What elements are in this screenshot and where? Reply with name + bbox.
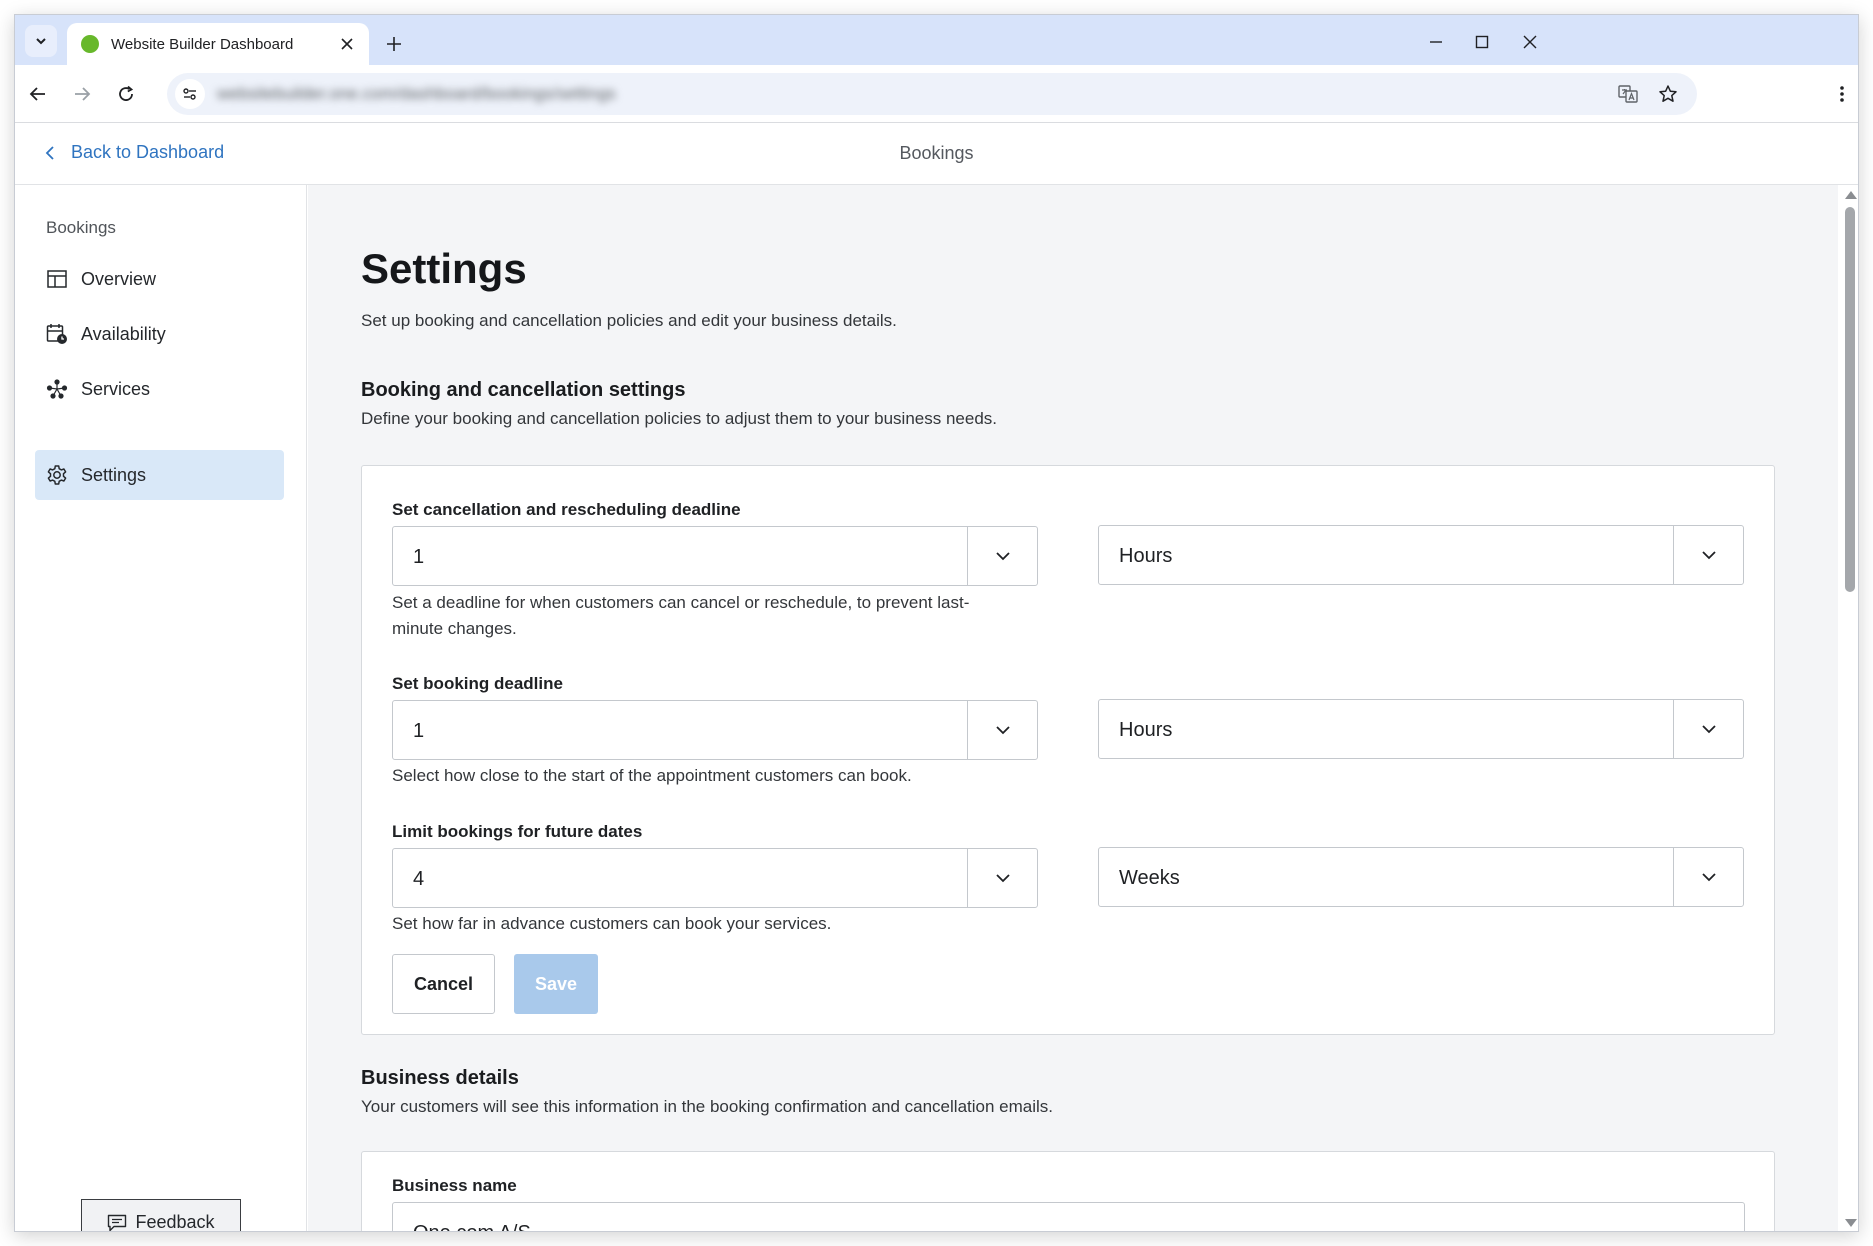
select-value: 4	[413, 868, 425, 890]
tab-title: Website Builder Dashboard	[111, 35, 294, 53]
tab-close-button[interactable]	[333, 30, 361, 58]
back-button[interactable]	[23, 79, 53, 109]
cancel-button[interactable]: Cancel	[392, 954, 495, 1014]
scroll-down-arrow-icon[interactable]	[1845, 1219, 1857, 1227]
tune-icon	[183, 88, 196, 100]
select-value: Hours	[1119, 545, 1173, 567]
scrollbar-thumb[interactable]	[1845, 207, 1855, 592]
chevron-down-icon	[967, 701, 1037, 759]
translate-icon	[1618, 85, 1638, 103]
booking-section-description: Define your booking and cancellation pol…	[361, 409, 997, 428]
business-section-description: Your customers will see this information…	[361, 1097, 1054, 1116]
future-dates-label: Limit bookings for future dates	[392, 822, 643, 841]
chevron-down-icon	[967, 527, 1037, 585]
tab-strip: Website Builder Dashboard	[15, 15, 1858, 65]
chevron-down-icon	[36, 38, 46, 45]
main-content: Settings Set up booking and cancellation…	[308, 185, 1838, 1231]
save-button[interactable]: Save	[514, 954, 598, 1014]
future-dates-unit-select[interactable]: Weeks	[1098, 847, 1744, 907]
feedback-label: Feedback	[135, 1212, 215, 1232]
app-header: Back to Dashboard Bookings	[15, 123, 1858, 185]
maximize-button[interactable]	[1467, 27, 1497, 57]
sidebar-item-label: Overview	[81, 268, 157, 289]
gear-icon	[46, 464, 68, 486]
calendar-clock-icon	[46, 323, 68, 345]
sidebar-item-services[interactable]: Services	[35, 364, 284, 414]
page-title: Settings	[361, 245, 527, 292]
booking-settings-card: Set cancellation and rescheduling deadli…	[361, 465, 1775, 1035]
forward-button[interactable]	[67, 79, 97, 109]
close-icon	[1523, 35, 1537, 49]
chevron-down-icon	[1673, 700, 1743, 758]
cancellation-deadline-help: Set a deadline for when customers can ca…	[392, 590, 969, 642]
sidebar-item-availability[interactable]: Availability	[35, 309, 284, 359]
site-info-button[interactable]	[175, 79, 205, 109]
sidebar-item-label: Availability	[81, 323, 166, 344]
business-name-label: Business name	[392, 1176, 517, 1195]
booking-deadline-help: Select how close to the start of the app…	[392, 766, 912, 785]
cancellation-deadline-amount-select[interactable]: 1	[392, 526, 1038, 586]
address-bar[interactable]: websitebuilder.one.com/dashboard/booking…	[167, 73, 1697, 115]
reload-button[interactable]	[111, 79, 141, 109]
arrow-right-icon	[75, 87, 91, 101]
bookmark-button[interactable]	[1653, 79, 1683, 109]
booking-deadline-amount-select[interactable]: 1	[392, 700, 1038, 760]
chevron-down-icon	[1673, 848, 1743, 906]
services-icon	[46, 378, 68, 400]
page-subtitle: Set up booking and cancellation policies…	[361, 311, 897, 330]
sidebar-item-label: Settings	[81, 464, 147, 485]
sidebar-heading: Bookings	[46, 218, 116, 237]
browser-window: Website Builder Dashboard websitebuilder…	[14, 14, 1859, 1232]
url-text: websitebuilder.one.com/dashboard/booking…	[217, 84, 616, 103]
translate-button[interactable]	[1613, 79, 1643, 109]
future-dates-help: Set how far in advance customers can boo…	[392, 914, 832, 933]
select-value: Hours	[1119, 719, 1173, 741]
arrow-left-icon	[29, 87, 45, 101]
sidebar: Bookings Overview Availability Services …	[15, 185, 307, 1232]
star-icon	[1659, 85, 1677, 102]
browser-toolbar: websitebuilder.one.com/dashboard/booking…	[15, 65, 1858, 123]
plus-icon	[387, 37, 401, 51]
booking-deadline-unit-select[interactable]: Hours	[1098, 699, 1744, 759]
new-tab-button[interactable]	[379, 29, 409, 59]
feedback-button[interactable]: Feedback	[81, 1199, 241, 1232]
chevron-down-icon	[967, 849, 1037, 907]
comment-icon	[108, 1214, 127, 1231]
cancellation-deadline-label: Set cancellation and rescheduling deadli…	[392, 500, 741, 519]
sidebar-item-label: Services	[81, 378, 151, 399]
cancellation-deadline-unit-select[interactable]: Hours	[1098, 525, 1744, 585]
tab-search-button[interactable]	[25, 25, 57, 57]
browser-menu-button[interactable]	[1827, 79, 1857, 109]
minimize-icon	[1430, 41, 1442, 43]
business-name-input[interactable]: One.com A/S	[392, 1202, 1745, 1231]
business-details-card: Business name One.com A/S	[361, 1151, 1775, 1231]
chevron-down-icon	[1673, 526, 1743, 584]
browser-tab[interactable]: Website Builder Dashboard	[67, 23, 369, 65]
close-window-button[interactable]	[1515, 27, 1545, 57]
input-value: One.com A/S	[413, 1222, 531, 1231]
select-value: Weeks	[1119, 867, 1180, 889]
more-vertical-icon	[1840, 86, 1844, 102]
main-scrollbar[interactable]	[1841, 185, 1858, 1231]
business-section-title: Business details	[361, 1067, 519, 1089]
layout-icon	[46, 268, 68, 290]
scroll-up-arrow-icon[interactable]	[1845, 191, 1857, 199]
future-dates-amount-select[interactable]: 4	[392, 848, 1038, 908]
sidebar-item-settings[interactable]: Settings	[35, 450, 284, 500]
select-value: 1	[413, 546, 425, 568]
site-favicon-icon	[81, 35, 99, 53]
minimize-button[interactable]	[1421, 27, 1451, 57]
help-line: Set a deadline for when customers can ca…	[392, 593, 970, 612]
sidebar-item-overview[interactable]: Overview	[35, 254, 284, 304]
reload-icon	[119, 85, 134, 101]
maximize-icon	[1475, 35, 1489, 49]
select-value: 1	[413, 720, 425, 742]
header-title: Bookings	[899, 143, 974, 163]
booking-section-title: Booking and cancellation settings	[361, 379, 686, 401]
booking-deadline-label: Set booking deadline	[392, 674, 563, 693]
close-icon	[341, 38, 353, 50]
help-line: minute changes.	[392, 619, 517, 638]
